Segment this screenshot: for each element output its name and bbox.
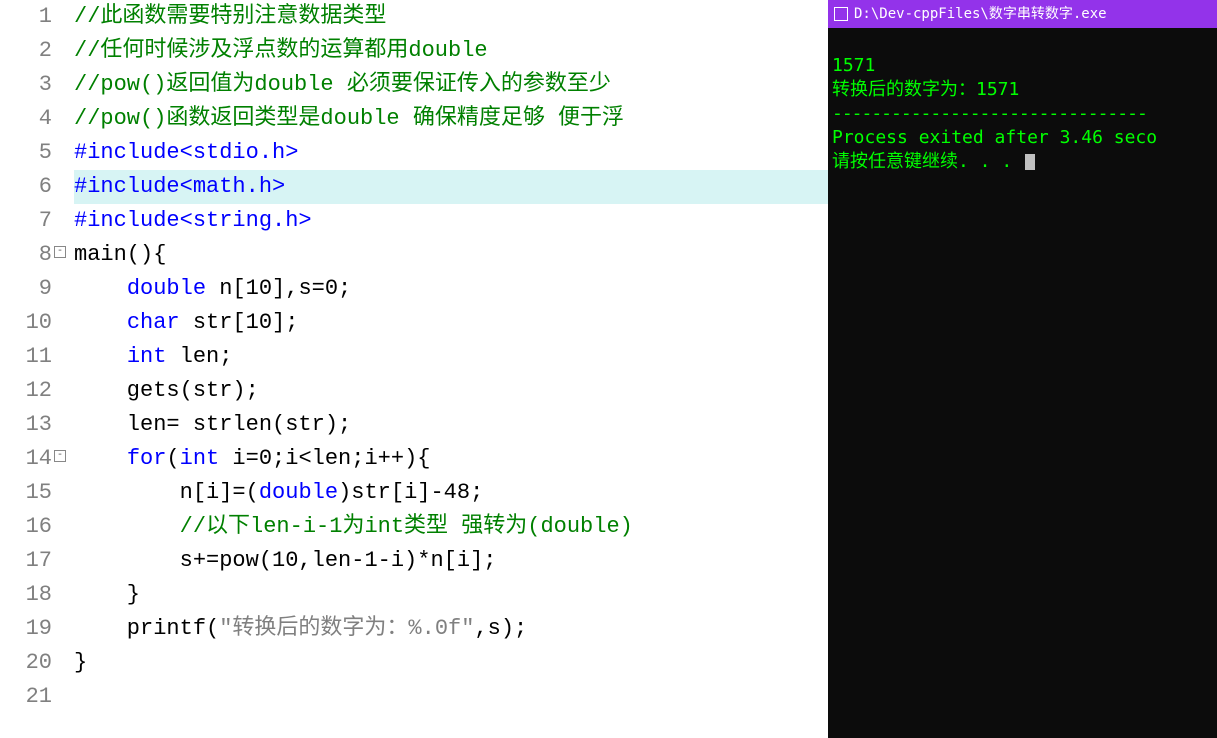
console-app-icon [834,7,848,21]
code-line[interactable]: } [74,578,828,612]
console-output: 1571 转换后的数字为：1571 ----------------------… [828,28,1217,738]
code-token: ,s); [474,616,527,641]
code-line[interactable]: printf("转换后的数字为：%.0f",s); [74,612,828,646]
line-number: 16 [0,510,52,544]
code-token: n[i]=( [74,480,259,505]
line-number-gutter: 12345678-91011121314-15161718192021 [0,0,56,738]
code-token: //任何时候涉及浮点数的运算都用double [74,38,488,63]
code-token [74,276,127,301]
code-line[interactable]: //此函数需要特别注意数据类型 [74,0,828,34]
code-token: n[10],s=0; [206,276,351,301]
code-line[interactable]: gets(str); [74,374,828,408]
cursor-icon [1025,154,1035,170]
line-number: 6 [0,170,52,204]
console-line: 1571 [832,55,875,76]
console-titlebar[interactable]: D:\Dev-cppFiles\数字串转数字.exe [828,0,1217,28]
code-line[interactable]: #include<string.h> [74,204,828,238]
code-editor[interactable]: 12345678-91011121314-15161718192021 //此函… [0,0,828,738]
line-number: 14- [0,442,52,476]
code-line[interactable]: len= strlen(str); [74,408,828,442]
line-number: 9 [0,272,52,306]
code-token: double [127,276,206,301]
code-token: //pow()返回值为double 必须要保证传入的参数至少 [74,72,611,97]
code-token: printf( [74,616,219,641]
console-line: 请按任意键继续. . . [832,151,1035,172]
line-number: 7 [0,204,52,238]
code-token: for [127,446,167,471]
code-line[interactable]: //以下len-i-1为int类型 强转为(double) [74,510,828,544]
code-line[interactable]: #include<stdio.h> [74,136,828,170]
code-token: main(){ [74,242,166,267]
code-token: //此函数需要特别注意数据类型 [74,4,386,29]
code-token: #include<stdio.h> [74,140,298,165]
console-window[interactable]: D:\Dev-cppFiles\数字串转数字.exe 1571 转换后的数字为：… [828,0,1217,738]
line-number: 19 [0,612,52,646]
line-number: 17 [0,544,52,578]
code-token: double [259,480,338,505]
code-token [74,514,180,539]
code-token: #include<math.h> [74,174,285,199]
line-number: 5 [0,136,52,170]
code-token: } [74,650,87,675]
code-token: )str[i]-48; [338,480,483,505]
code-line[interactable]: double n[10],s=0; [74,272,828,306]
code-token: #include<string.h> [74,208,312,233]
code-line[interactable]: //pow()函数返回类型是double 确保精度足够 便于浮 [74,102,828,136]
code-token [74,446,127,471]
console-line: Process exited after 3.46 seco [832,127,1157,148]
code-line[interactable]: } [74,646,828,680]
code-token: len; [166,344,232,369]
code-line[interactable]: n[i]=(double)str[i]-48; [74,476,828,510]
console-separator: -------------------------------- [832,103,1147,124]
line-number: 1 [0,0,52,34]
line-number: 13 [0,408,52,442]
line-number: 4 [0,102,52,136]
line-number: 11 [0,340,52,374]
line-number: 15 [0,476,52,510]
line-number: 10 [0,306,52,340]
line-number: 12 [0,374,52,408]
line-number: 2 [0,34,52,68]
line-number: 18 [0,578,52,612]
console-title-text: D:\Dev-cppFiles\数字串转数字.exe [854,0,1107,28]
code-line[interactable]: for(int i=0;i<len;i++){ [74,442,828,476]
code-line[interactable]: //pow()返回值为double 必须要保证传入的参数至少 [74,68,828,102]
code-token [74,344,127,369]
code-line[interactable]: int len; [74,340,828,374]
line-number: 21 [0,680,52,714]
code-token: ( [166,446,179,471]
code-line[interactable]: #include<math.h> [74,170,828,204]
code-area[interactable]: //此函数需要特别注意数据类型 //任何时候涉及浮点数的运算都用double //p… [56,0,828,738]
line-number: 20 [0,646,52,680]
code-token: //pow()函数返回类型是double 确保精度足够 便于浮 [74,106,624,131]
code-token: s+=pow(10,len-1-i)*n[i]; [74,548,496,573]
code-token: "转换后的数字为：%.0f" [219,616,474,641]
line-number: 8- [0,238,52,272]
code-token: char [127,310,180,335]
code-line[interactable]: //任何时候涉及浮点数的运算都用double [74,34,828,68]
code-line[interactable]: main(){ [74,238,828,272]
code-token: int [180,446,220,471]
code-token: gets(str); [74,378,259,403]
code-line[interactable]: char str[10]; [74,306,828,340]
code-token: int [127,344,167,369]
code-token: //以下len-i-1为int类型 强转为(double) [180,514,633,539]
code-token: i=0;i<len;i++){ [219,446,430,471]
console-line: 转换后的数字为：1571 [832,79,1019,100]
code-line[interactable]: s+=pow(10,len-1-i)*n[i]; [74,544,828,578]
code-token: len= strlen(str); [74,412,351,437]
code-token: str[10]; [180,310,299,335]
line-number: 3 [0,68,52,102]
code-token [74,310,127,335]
code-line[interactable] [74,680,828,714]
code-token: } [74,582,140,607]
